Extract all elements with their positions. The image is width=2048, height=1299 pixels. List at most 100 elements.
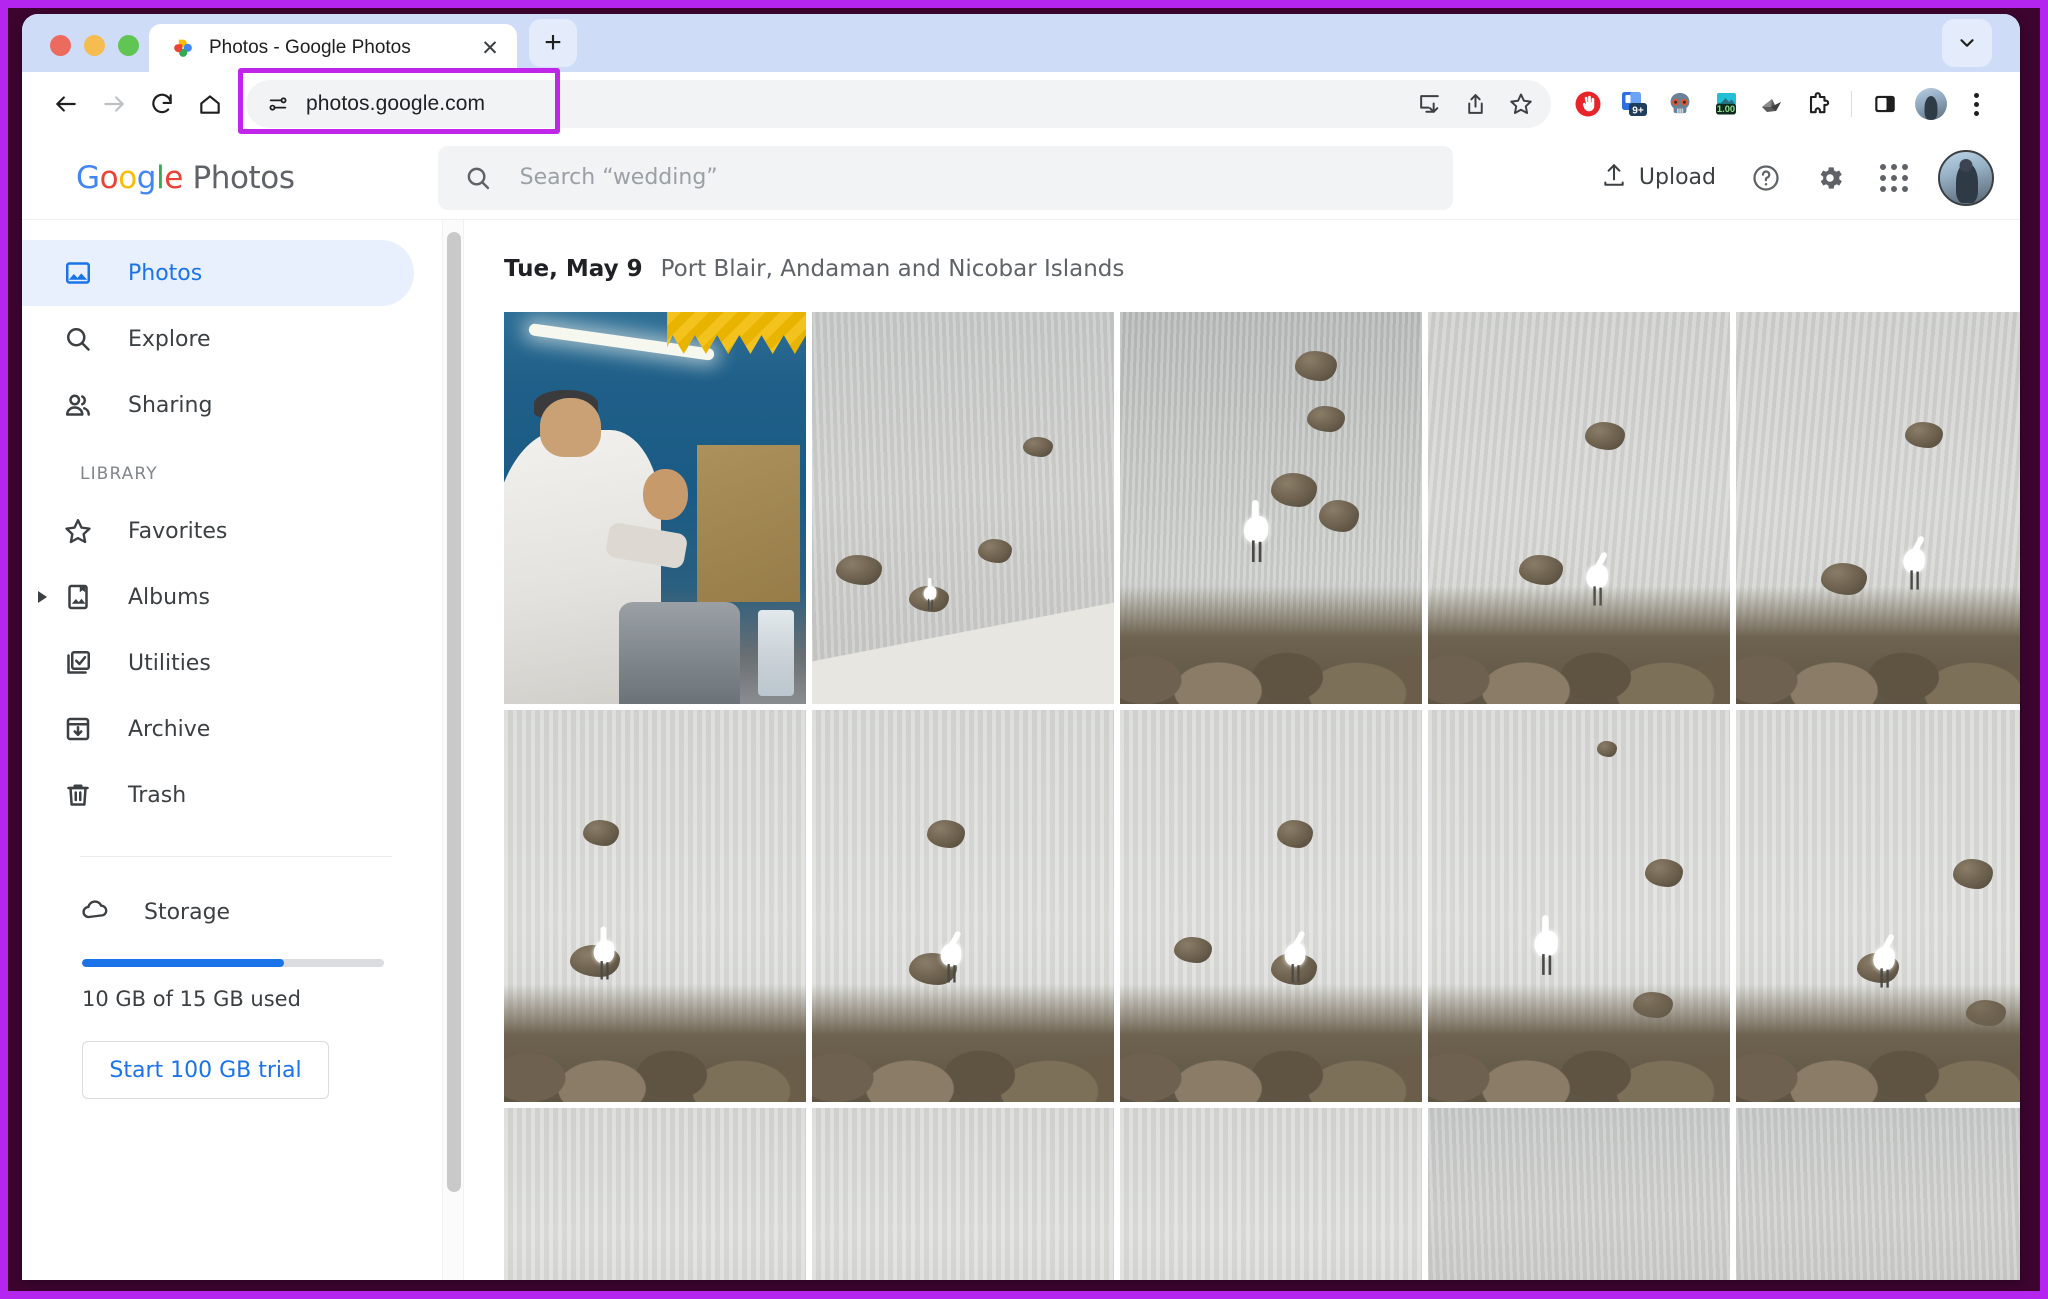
svg-text:1.00: 1.00 bbox=[1717, 103, 1735, 114]
install-app-icon[interactable] bbox=[1409, 84, 1449, 124]
app-body: Photos Explore Sharing LIBRARY Favorites… bbox=[22, 220, 2020, 1280]
url-text: photos.google.com bbox=[306, 92, 486, 115]
page-content: Google Photos Search “wedding” Upload Ph… bbox=[22, 136, 2020, 1280]
tea-stall-vendors-photo[interactable] bbox=[504, 312, 806, 704]
search-placeholder: Search “wedding” bbox=[519, 165, 718, 190]
water-surface-photo-2[interactable] bbox=[812, 1108, 1114, 1280]
rock-cluster bbox=[1120, 586, 1422, 704]
sidebar-item-explore[interactable]: Explore bbox=[22, 306, 414, 372]
chrome-menu-icon[interactable] bbox=[1954, 81, 1998, 127]
sidebar-scrollbar[interactable] bbox=[442, 220, 464, 1280]
logo-product-word: Photos bbox=[192, 159, 295, 196]
help-circle-icon[interactable] bbox=[1738, 150, 1794, 206]
egret-feeding-photo[interactable] bbox=[1428, 312, 1730, 704]
bottle bbox=[757, 609, 794, 697]
apps-dots bbox=[1880, 163, 1908, 192]
address-bar[interactable]: photos.google.com bbox=[246, 80, 1551, 128]
upload-label: Upload bbox=[1638, 165, 1716, 190]
apps-dot bbox=[1880, 163, 1886, 170]
logo-letter: g bbox=[136, 159, 157, 196]
sidebar-item-sharing[interactable]: Sharing bbox=[22, 372, 414, 438]
new-tab-button[interactable]: + bbox=[529, 19, 577, 67]
sidebar-item-utilities[interactable]: Utilities bbox=[22, 630, 414, 696]
rock bbox=[582, 819, 619, 846]
storage-usage-text: 10 GB of 15 GB used bbox=[82, 987, 301, 1011]
egret-leg bbox=[1297, 965, 1300, 983]
egret-leg bbox=[1258, 541, 1262, 563]
home-button[interactable] bbox=[186, 80, 234, 128]
rock-cluster bbox=[1736, 984, 2020, 1102]
egret-upright-photo[interactable] bbox=[1428, 710, 1730, 1102]
close-tab-button[interactable]: ✕ bbox=[477, 35, 503, 61]
sidebar-item-albums[interactable]: Albums bbox=[22, 564, 414, 630]
gear-icon[interactable] bbox=[1802, 150, 1858, 206]
egret-leg bbox=[600, 960, 603, 979]
egret-standing-photo[interactable] bbox=[504, 710, 806, 1102]
notes-extension-icon[interactable]: 9+ bbox=[1611, 81, 1657, 127]
sidebar-item-archive[interactable]: Archive bbox=[22, 696, 414, 762]
second-person-head bbox=[642, 468, 689, 520]
rock bbox=[1277, 819, 1314, 848]
water-surface-photo-1[interactable] bbox=[504, 1108, 806, 1280]
reload-button[interactable] bbox=[138, 80, 186, 128]
search-bar[interactable]: Search “wedding” bbox=[437, 145, 1453, 210]
shelf bbox=[697, 445, 800, 603]
svg-text:9+: 9+ bbox=[1632, 106, 1644, 117]
storage-header[interactable]: Storage bbox=[22, 887, 442, 937]
account-avatar[interactable] bbox=[1938, 149, 1994, 206]
menu-dot bbox=[1973, 110, 1979, 116]
avatar-image bbox=[1915, 88, 1947, 120]
egret-bowing-photo[interactable] bbox=[812, 710, 1114, 1102]
chevron-right-icon[interactable] bbox=[38, 591, 47, 603]
shoreline-egret-photo[interactable] bbox=[812, 312, 1114, 704]
skull-extension-icon[interactable] bbox=[1657, 81, 1703, 127]
origami-extension-icon[interactable] bbox=[1749, 81, 1795, 127]
rock-cluster bbox=[1428, 586, 1730, 704]
egret-neck bbox=[600, 926, 606, 945]
archive-box-icon bbox=[62, 713, 94, 745]
profile-avatar[interactable] bbox=[1908, 81, 1954, 127]
scrollbar-thumb[interactable] bbox=[447, 232, 461, 1192]
site-settings-tune-icon[interactable] bbox=[260, 86, 296, 122]
water-surface-photo-5[interactable] bbox=[1736, 1108, 2020, 1280]
photo-image bbox=[1120, 1108, 1422, 1280]
sidebar-item-photos[interactable]: Photos bbox=[22, 240, 414, 306]
upload-button[interactable]: Upload bbox=[1587, 154, 1730, 202]
rock bbox=[1319, 500, 1360, 533]
google-photos-logo[interactable]: Google Photos bbox=[76, 160, 295, 196]
start-trial-button[interactable]: Start 100 GB trial bbox=[82, 1041, 329, 1099]
library-section-label: LIBRARY bbox=[80, 464, 158, 484]
egret-neck bbox=[1251, 499, 1259, 522]
extensions-puzzle-icon[interactable] bbox=[1795, 81, 1841, 127]
logo-letter: G bbox=[76, 159, 100, 196]
window-controls bbox=[22, 35, 139, 72]
water-surface-photo-3[interactable] bbox=[1120, 1108, 1422, 1280]
zoom-meter-extension-icon[interactable]: 1.00 bbox=[1703, 81, 1749, 127]
egret-on-rock-photo[interactable] bbox=[1120, 312, 1422, 704]
back-button[interactable] bbox=[42, 80, 90, 128]
sidebar-item-favorites[interactable]: Favorites bbox=[22, 498, 414, 564]
water-surface-photo-4[interactable] bbox=[1428, 1108, 1730, 1280]
egret-wading-photo[interactable] bbox=[1736, 312, 2020, 704]
browser-tab[interactable]: Photos - Google Photos ✕ bbox=[149, 24, 517, 72]
bookmark-star-icon[interactable] bbox=[1501, 84, 1541, 124]
sidebar-item-label: Utilities bbox=[128, 650, 211, 676]
egret-rocks-photo[interactable] bbox=[1736, 710, 2020, 1102]
egret-leg bbox=[947, 964, 950, 983]
adblock-icon[interactable] bbox=[1565, 81, 1611, 127]
sidebar-item-trash[interactable]: Trash bbox=[22, 762, 414, 828]
location-label: Port Blair, Andaman and Nicobar Islands bbox=[660, 256, 1125, 282]
photo-image bbox=[812, 710, 1114, 1102]
side-panel-icon[interactable] bbox=[1862, 81, 1908, 127]
tab-search-chevron-down-icon[interactable] bbox=[1942, 19, 1992, 67]
apps-grid-icon[interactable] bbox=[1866, 150, 1922, 206]
forward-button[interactable] bbox=[90, 80, 138, 128]
maximize-window-button[interactable] bbox=[118, 35, 139, 56]
share-icon[interactable] bbox=[1455, 84, 1495, 124]
storage-progress-fill bbox=[82, 959, 285, 967]
sidebar: Photos Explore Sharing LIBRARY Favorites… bbox=[22, 220, 442, 1280]
minimize-window-button[interactable] bbox=[84, 35, 105, 56]
egret-reaching-photo[interactable] bbox=[1120, 710, 1422, 1102]
close-window-button[interactable] bbox=[50, 35, 71, 56]
sidebar-item-label: Favorites bbox=[128, 518, 228, 544]
